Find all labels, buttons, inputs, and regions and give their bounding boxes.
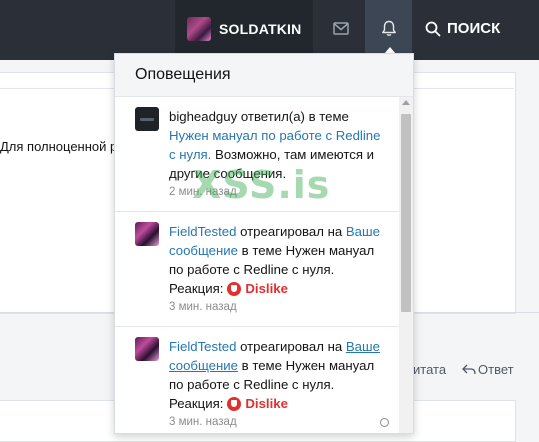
user-avatar bbox=[187, 16, 211, 41]
scroll-thumb[interactable] bbox=[401, 114, 411, 312]
reaction-name: Dislike bbox=[245, 396, 288, 411]
alert-user[interactable]: bigheadguy bbox=[169, 109, 237, 124]
popup-title: Оповещения bbox=[115, 54, 413, 97]
alert-action: отреагировал на bbox=[236, 224, 346, 239]
avatar[interactable] bbox=[135, 222, 159, 246]
alert-reaction: Реакция: Dislike bbox=[169, 394, 387, 413]
alert-action: отреагировал на bbox=[236, 339, 346, 354]
alert-middle: в теме bbox=[237, 358, 286, 373]
top-navigation-bar: SOLDATKIN ПОИСК bbox=[0, 0, 539, 60]
search-icon bbox=[425, 21, 441, 36]
avatar[interactable] bbox=[135, 107, 159, 131]
inbox-button[interactable] bbox=[318, 0, 364, 57]
alert-reaction: Реакция: Dislike bbox=[169, 279, 387, 298]
dislike-icon bbox=[227, 396, 242, 411]
alert-user[interactable]: FieldTested bbox=[169, 339, 236, 354]
reaction-label: Реакция: bbox=[169, 396, 224, 411]
bell-icon bbox=[381, 20, 396, 36]
user-account-menu[interactable]: SOLDATKIN bbox=[175, 0, 314, 57]
alert-action: ответил(а) в теме bbox=[237, 109, 349, 124]
mark-read-toggle[interactable] bbox=[380, 418, 389, 427]
quote-button[interactable]: итата bbox=[413, 362, 446, 377]
post-text-fragment: Для полноценной р bbox=[0, 139, 118, 154]
quote-label: итата bbox=[413, 362, 447, 377]
reaction-label: Реакция: bbox=[169, 281, 224, 296]
alert-item[interactable]: FieldTested отреагировал на Ваше сообщен… bbox=[115, 212, 399, 327]
watermark-logo: XSS.is bbox=[192, 163, 331, 207]
alert-middle: в теме bbox=[237, 243, 286, 258]
search-button[interactable]: ПОИСК bbox=[425, 0, 500, 57]
alerts-popup: Оповещения bigheadguy ответил(а) в теме … bbox=[114, 53, 414, 434]
scroll-up-arrow-icon[interactable] bbox=[402, 100, 410, 105]
popup-scrollbar[interactable] bbox=[399, 97, 413, 433]
alert-time: 3 мин. назад bbox=[169, 416, 237, 428]
avatar[interactable] bbox=[135, 337, 159, 361]
reaction-name: Dislike bbox=[245, 281, 288, 296]
alerts-list: bigheadguy ответил(а) в теме Нужен мануа… bbox=[115, 97, 399, 433]
reply-button[interactable]: Ответ bbox=[462, 362, 514, 377]
username-label: SOLDATKIN bbox=[219, 20, 302, 37]
alert-time: 3 мин. назад bbox=[169, 301, 237, 313]
alert-user[interactable]: FieldTested bbox=[169, 224, 236, 239]
alert-item[interactable]: FieldTested отреагировал на Ваше сообщен… bbox=[115, 327, 399, 433]
envelope-icon bbox=[333, 22, 349, 35]
search-label: ПОИСК bbox=[447, 20, 501, 37]
reply-icon bbox=[462, 364, 476, 375]
dislike-icon bbox=[227, 281, 242, 296]
reply-label: Ответ bbox=[478, 362, 514, 377]
